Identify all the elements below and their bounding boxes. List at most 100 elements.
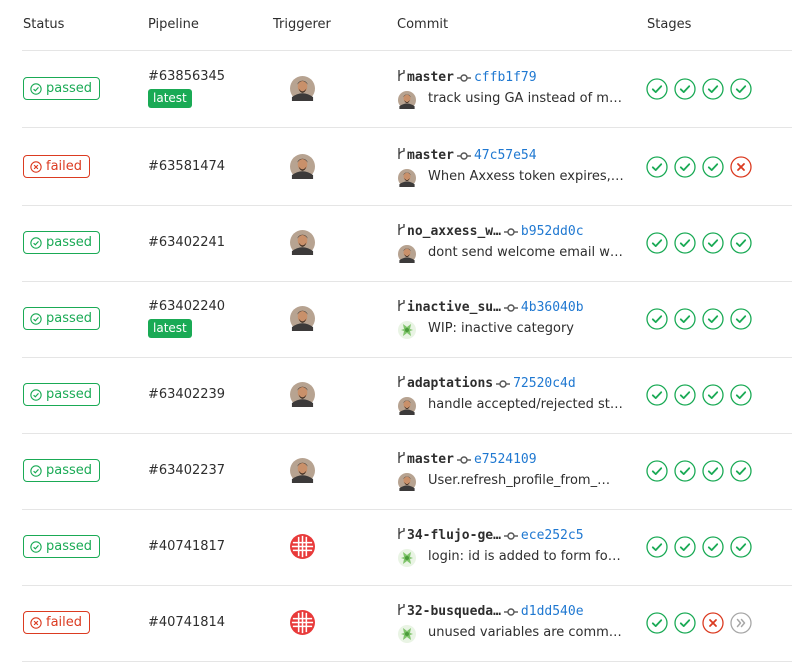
stages-group: [646, 156, 752, 178]
pipeline-id-link[interactable]: #63402239: [148, 387, 225, 402]
branch-icon: [397, 299, 406, 316]
stages-group: [646, 612, 752, 634]
stage-success-icon[interactable]: [674, 232, 696, 254]
commit-sha-link[interactable]: cffb1f79: [474, 70, 537, 85]
triggerer-avatar[interactable]: [290, 230, 315, 255]
stage-success-icon[interactable]: [646, 156, 668, 178]
stage-success-icon[interactable]: [730, 308, 752, 330]
branch-link[interactable]: 32-busqueda…: [407, 604, 501, 619]
status-label: failed: [46, 615, 83, 630]
pipeline-id-link[interactable]: #63581474: [148, 159, 225, 174]
branch-link[interactable]: 34-flujo-ge…: [407, 528, 501, 543]
commit-sha-link[interactable]: 4b36040b: [521, 300, 584, 315]
stages-group: [646, 232, 752, 254]
triggerer-avatar[interactable]: [290, 610, 315, 635]
commit-ref: no_axxess_w… b952dd0c: [397, 223, 584, 240]
status-badge[interactable]: passed: [23, 383, 101, 406]
pipeline-id-link[interactable]: #63402237: [148, 463, 225, 478]
triggerer-avatar[interactable]: [290, 382, 315, 407]
stage-failed-icon[interactable]: [730, 156, 752, 178]
header-triggerer: Triggerer: [273, 17, 331, 32]
stage-success-icon[interactable]: [674, 612, 696, 634]
stage-success-icon[interactable]: [730, 384, 752, 406]
stage-success-icon[interactable]: [702, 232, 724, 254]
triggerer-avatar[interactable]: [290, 306, 315, 331]
pipeline-id-link[interactable]: #63402240: [148, 299, 225, 314]
commit-icon: [503, 303, 518, 313]
commit-message-link[interactable]: login: id is added to form fo…: [428, 549, 621, 564]
branch-link[interactable]: master: [407, 148, 454, 163]
table-row: passed #63402240 latest inactive_su… 4b3604…: [0, 281, 793, 358]
commit-message-link[interactable]: dont send welcome email w…: [428, 245, 623, 260]
status-label: passed: [46, 463, 93, 478]
stage-success-icon[interactable]: [730, 460, 752, 482]
stage-success-icon[interactable]: [730, 232, 752, 254]
status-badge[interactable]: passed: [23, 535, 101, 558]
stage-skipped-icon[interactable]: [730, 612, 752, 634]
commit-sha-link[interactable]: e7524109: [474, 452, 537, 467]
status-badge[interactable]: passed: [23, 307, 101, 330]
stages-group: [646, 78, 752, 100]
header-pipeline: Pipeline: [148, 17, 199, 32]
stage-success-icon[interactable]: [730, 536, 752, 558]
stage-success-icon[interactable]: [674, 384, 696, 406]
stage-success-icon[interactable]: [702, 384, 724, 406]
commit-ref: master cffb1f79: [397, 69, 537, 86]
stage-success-icon[interactable]: [674, 460, 696, 482]
stage-success-icon[interactable]: [674, 308, 696, 330]
commit-sha-link[interactable]: 72520c4d: [513, 376, 576, 391]
branch-link[interactable]: master: [407, 452, 454, 467]
commit-message-link[interactable]: When Axxess token expires,…: [428, 169, 624, 184]
status-badge[interactable]: passed: [23, 77, 101, 100]
status-badge[interactable]: passed: [23, 459, 101, 482]
stage-success-icon[interactable]: [674, 156, 696, 178]
status-label: passed: [46, 387, 93, 402]
commit-message-link[interactable]: track using GA instead of m…: [428, 91, 622, 106]
stages-group: [646, 536, 752, 558]
status-badge[interactable]: failed: [23, 155, 91, 178]
stage-success-icon[interactable]: [646, 308, 668, 330]
stage-success-icon[interactable]: [646, 78, 668, 100]
stage-success-icon[interactable]: [646, 232, 668, 254]
pipeline-id-link[interactable]: #63856345: [148, 69, 225, 84]
pipeline-id-link[interactable]: #40741814: [148, 615, 225, 630]
stage-success-icon[interactable]: [674, 536, 696, 558]
commit-message-link[interactable]: handle accepted/rejected st…: [428, 397, 623, 412]
stage-success-icon[interactable]: [702, 308, 724, 330]
stage-success-icon[interactable]: [646, 536, 668, 558]
commit-icon: [456, 455, 471, 465]
commit-author-avatar: [398, 321, 416, 339]
stage-success-icon[interactable]: [702, 156, 724, 178]
commit-ref: inactive_su… 4b36040b: [397, 299, 584, 316]
stage-success-icon[interactable]: [730, 78, 752, 100]
triggerer-avatar[interactable]: [290, 534, 315, 559]
commit-message-link[interactable]: WIP: inactive category: [428, 321, 574, 336]
stage-success-icon[interactable]: [674, 78, 696, 100]
commit-message-link[interactable]: unused variables are comm…: [428, 625, 622, 640]
stage-failed-icon[interactable]: [702, 612, 724, 634]
pipeline-id-link[interactable]: #40741817: [148, 539, 225, 554]
branch-link[interactable]: adaptations: [407, 376, 493, 391]
stage-success-icon[interactable]: [702, 460, 724, 482]
branch-link[interactable]: no_axxess_w…: [407, 224, 501, 239]
status-badge[interactable]: failed: [23, 611, 91, 634]
stage-success-icon[interactable]: [646, 612, 668, 634]
status-passed-icon: [30, 312, 42, 325]
branch-link[interactable]: inactive_su…: [407, 300, 501, 315]
triggerer-avatar[interactable]: [290, 458, 315, 483]
stage-success-icon[interactable]: [702, 536, 724, 558]
stage-success-icon[interactable]: [702, 78, 724, 100]
branch-icon: [397, 147, 406, 164]
triggerer-avatar[interactable]: [290, 154, 315, 179]
commit-sha-link[interactable]: b952dd0c: [521, 224, 584, 239]
commit-sha-link[interactable]: 47c57e54: [474, 148, 537, 163]
status-badge[interactable]: passed: [23, 231, 101, 254]
commit-sha-link[interactable]: ece252c5: [521, 528, 584, 543]
stage-success-icon[interactable]: [646, 384, 668, 406]
triggerer-avatar[interactable]: [290, 76, 315, 101]
commit-message-link[interactable]: User.refresh_profile_from_…: [428, 473, 610, 488]
branch-link[interactable]: master: [407, 70, 454, 85]
stage-success-icon[interactable]: [646, 460, 668, 482]
commit-sha-link[interactable]: d1dd540e: [521, 604, 584, 619]
pipeline-id-link[interactable]: #63402241: [148, 235, 225, 250]
